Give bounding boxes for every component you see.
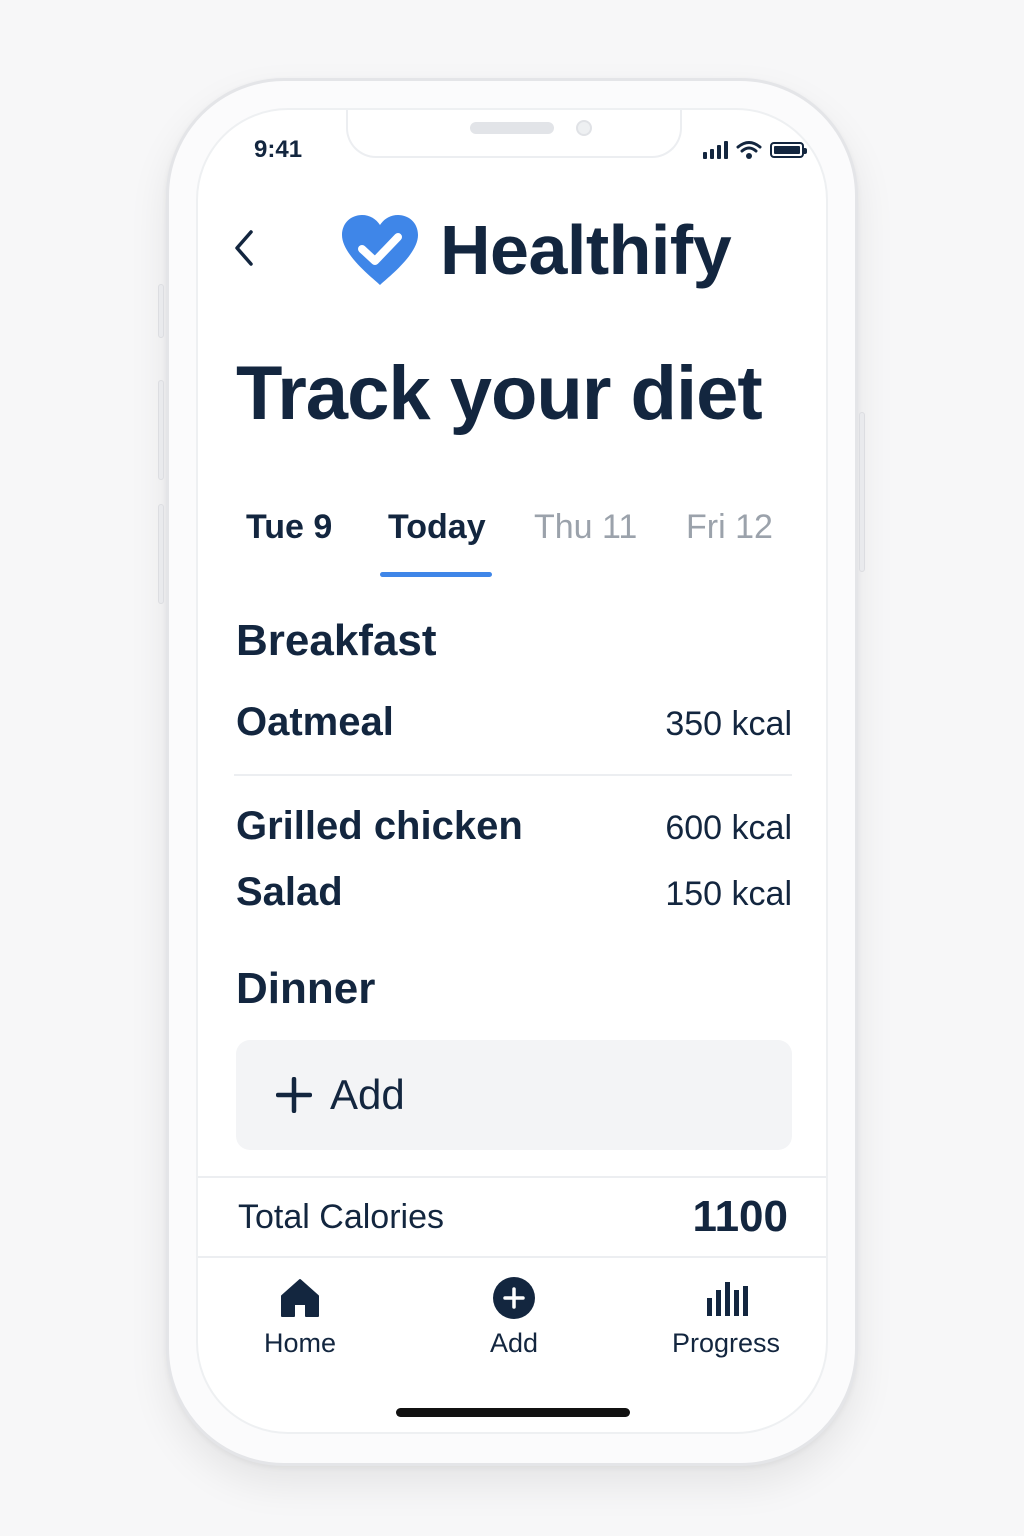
home-indicator[interactable] (396, 1408, 630, 1417)
divider (234, 774, 792, 776)
total-calories-row: Total Calories 1100 (238, 1192, 788, 1242)
phone-side-button (158, 380, 164, 480)
add-label: Add (330, 1071, 405, 1118)
home-icon (281, 1279, 319, 1317)
chevron-left-icon (235, 230, 253, 266)
nav-label: Home (263, 1328, 337, 1358)
nav-home[interactable]: Home (220, 1276, 380, 1359)
phone-side-button (158, 504, 164, 604)
heart-check-icon (342, 215, 418, 285)
food-row-salad[interactable]: Salad 150 kcal (236, 870, 792, 915)
signal-icon (703, 141, 728, 159)
nav-label: Progress (671, 1328, 781, 1358)
dinner-title: Dinner (236, 964, 376, 1013)
nav-label: Add (489, 1328, 539, 1358)
divider (198, 1256, 826, 1258)
status-time: 9:41 (254, 136, 303, 163)
total-label: Total Calories (238, 1197, 444, 1236)
app-brand: Healthify (338, 210, 732, 290)
tab-fri-12[interactable]: Fri 12 (686, 508, 773, 547)
speaker (470, 122, 554, 134)
tab-thu-11[interactable]: Thu 11 (534, 508, 637, 547)
breakfast-title: Breakfast (236, 616, 437, 665)
food-name: Grilled chicken (236, 804, 523, 848)
food-name: Oatmeal (236, 700, 394, 744)
status-icons (703, 140, 807, 160)
bar-chart-icon (707, 1282, 748, 1316)
back-button[interactable] (226, 224, 262, 272)
food-row-oatmeal[interactable]: Oatmeal 350 kcal (236, 700, 792, 745)
app-name: Healthify (440, 211, 732, 289)
food-kcal: 350 kcal (665, 705, 792, 743)
stage: 9:41 Healthify Track your diet Tue 9 Tod… (0, 0, 1024, 1536)
phone-side-button (158, 284, 164, 338)
tab-tue-9[interactable]: Tue 9 (246, 508, 332, 547)
food-row-grilled-chicken[interactable]: Grilled chicken 600 kcal (236, 804, 792, 849)
total-value: 1100 (692, 1192, 788, 1241)
nav-add[interactable]: Add (434, 1276, 594, 1359)
app-screen: 9:41 Healthify Track your diet Tue 9 Tod… (196, 108, 828, 1434)
plus-icon (276, 1077, 312, 1113)
battery-icon (770, 142, 807, 158)
active-tab-indicator (380, 572, 492, 577)
bottom-nav: Home Add Progress (198, 1260, 826, 1390)
day-tabs: Tue 9 Today Thu 11 Fri 12 (236, 508, 796, 580)
camera (576, 120, 592, 136)
food-name: Salad (236, 870, 343, 914)
add-dinner-button[interactable]: Add (236, 1040, 792, 1150)
tab-today[interactable]: Today (388, 508, 486, 547)
phone-side-button (859, 412, 865, 572)
divider (198, 1176, 826, 1178)
page-title: Track your diet (236, 351, 763, 436)
nav-progress[interactable]: Progress (646, 1276, 806, 1359)
food-kcal: 150 kcal (665, 875, 792, 913)
food-kcal: 600 kcal (665, 809, 792, 847)
wifi-icon (736, 141, 762, 159)
plus-circle-icon (493, 1277, 535, 1319)
